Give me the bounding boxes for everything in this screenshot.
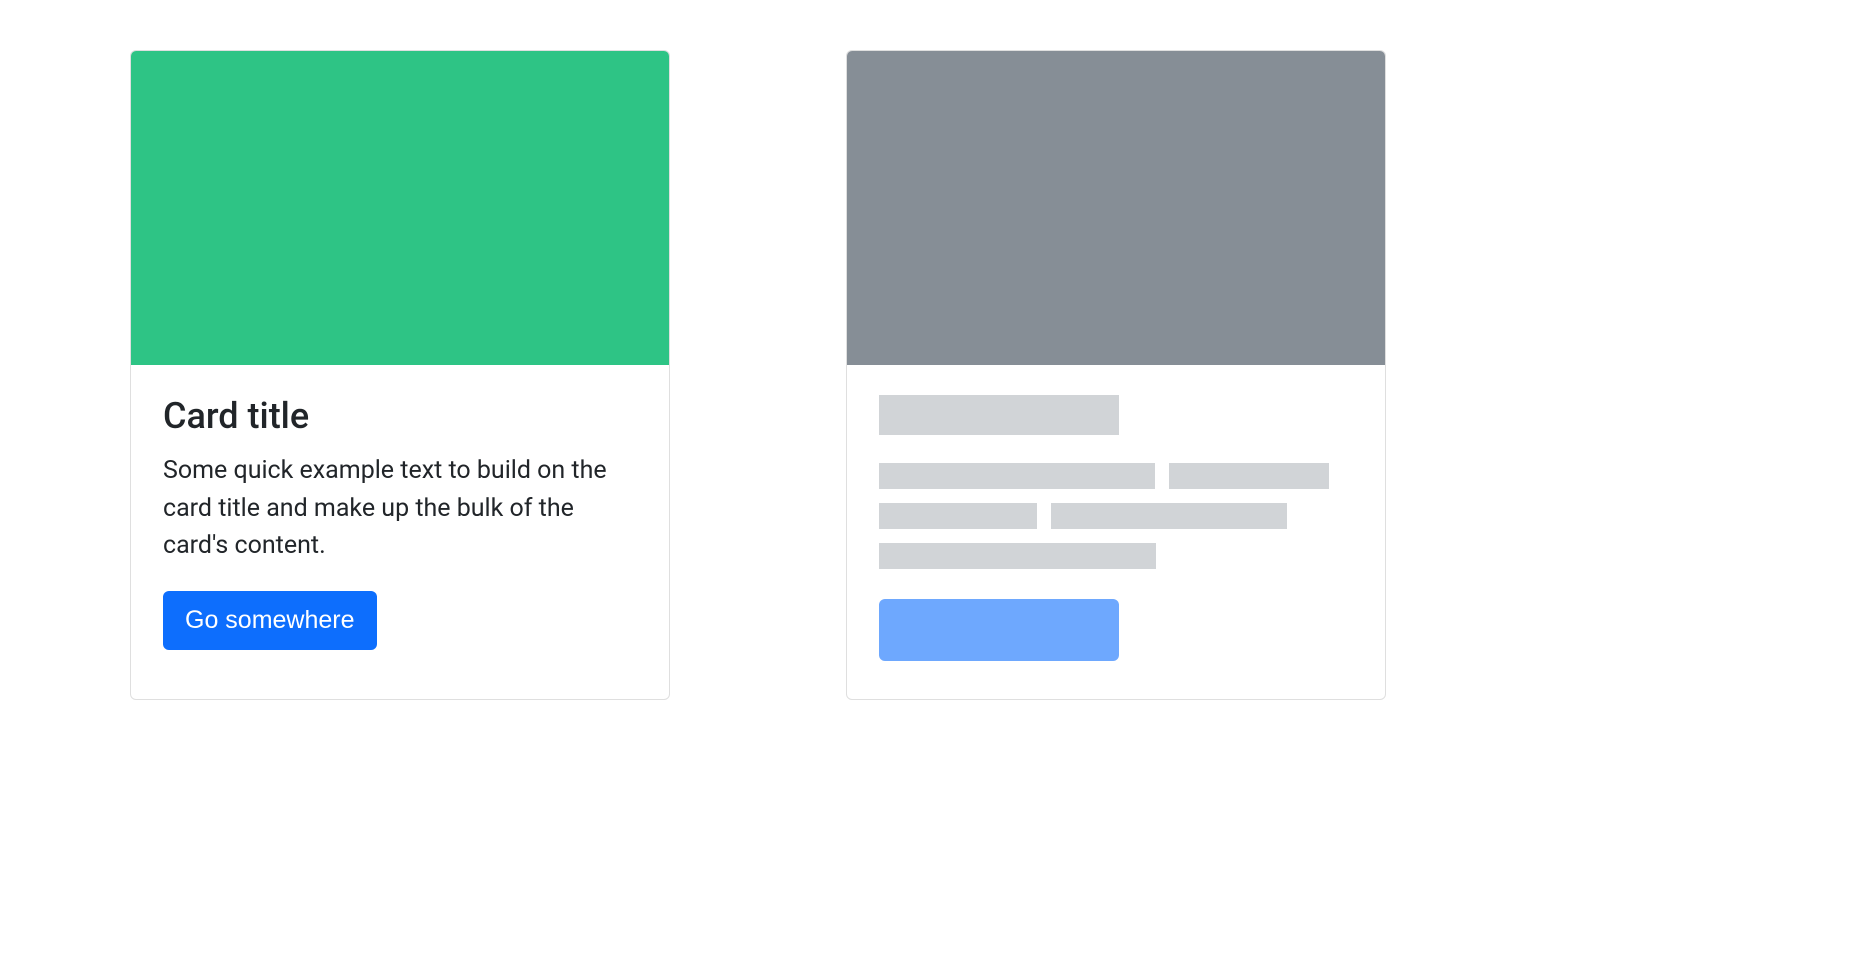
- card-text: Some quick example text to build on the …: [163, 452, 637, 565]
- placeholder-bar: [1051, 503, 1287, 529]
- card-image-cap-placeholder: [847, 51, 1385, 365]
- card: Card title Some quick example text to bu…: [130, 50, 670, 700]
- placeholder-button: [879, 599, 1119, 661]
- card-placeholder: [846, 50, 1386, 700]
- placeholder-title: [879, 395, 1353, 435]
- placeholder-bar: [879, 395, 1119, 435]
- placeholder-text: [879, 463, 1353, 569]
- card-title: Card title: [163, 395, 637, 438]
- placeholder-bar: [879, 503, 1037, 529]
- placeholder-bar: [1169, 463, 1329, 489]
- placeholder-bar: [879, 463, 1155, 489]
- card-body-placeholder: [847, 365, 1385, 699]
- placeholder-bar: [879, 543, 1156, 569]
- card-image-cap: [131, 51, 669, 365]
- card-body: Card title Some quick example text to bu…: [131, 365, 669, 684]
- go-somewhere-button[interactable]: Go somewhere: [163, 591, 377, 651]
